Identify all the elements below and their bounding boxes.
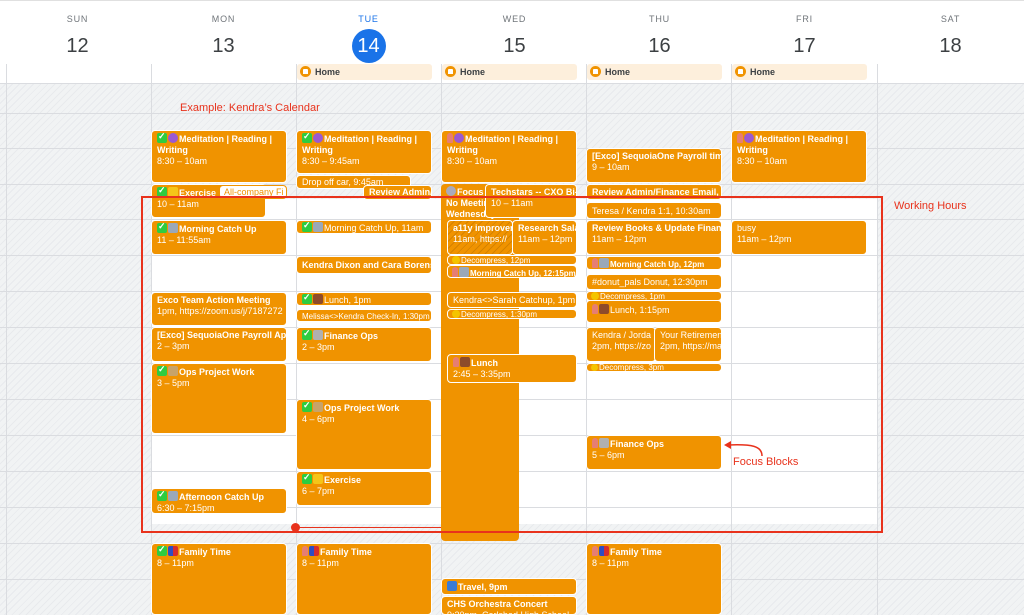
all-day-label: Home [315, 67, 341, 77]
day-header-wed[interactable]: WED 15 [442, 0, 587, 63]
day-of-week: SUN [66, 14, 89, 24]
checkmark-icon [302, 131, 312, 143]
bus-icon [447, 581, 457, 591]
hour-line [0, 113, 1024, 114]
event-title: [Exco] SequoiaOne Payroll times [592, 151, 722, 161]
meditation-icon [313, 133, 323, 143]
day-of-week: THU [649, 14, 670, 24]
checkmark-icon [157, 131, 167, 143]
day-header-sun[interactable]: SUN 12 [5, 0, 150, 63]
day-number[interactable]: 13 [207, 29, 241, 63]
event-time: 9 – 10am [592, 162, 630, 172]
event-time: 8 – 11pm [592, 558, 629, 568]
family-icon [168, 546, 178, 556]
all-day-event-home[interactable]: Home [442, 64, 577, 80]
event-title: Family Time [610, 547, 662, 557]
pushpin-icon [302, 546, 308, 556]
day-header-thu[interactable]: THU 16 [587, 0, 732, 63]
pushpin-icon [447, 133, 453, 143]
all-day-event-home[interactable]: Home [297, 64, 432, 80]
meditation-icon [168, 133, 178, 143]
meditation-icon [454, 133, 464, 143]
day-number[interactable]: 15 [498, 29, 532, 63]
day-number-today[interactable]: 14 [351, 29, 386, 63]
all-day-label: Home [605, 67, 631, 77]
event-time: 8:30 – 9:45am [302, 156, 360, 166]
event-time: 9:30pm, Carlsbad High School [447, 610, 570, 615]
event-time: 8:30 – 10am [737, 156, 788, 166]
all-day-event-home[interactable]: Home [587, 64, 722, 80]
home-icon [300, 66, 311, 77]
event-meditation[interactable]: Meditation | Reading | Writing 8:30 – 10… [731, 130, 867, 183]
family-icon [309, 546, 319, 556]
day-number[interactable]: 16 [643, 29, 677, 63]
day-header-sat[interactable]: SAT 18 [878, 0, 1023, 63]
event-title: Family Time [320, 547, 372, 557]
day-header-fri[interactable]: FRI 17 [732, 0, 877, 63]
checkmark-icon [157, 544, 167, 556]
column-divider [6, 64, 7, 615]
annotation-calendar-label: Example: Kendra’s Calendar [180, 102, 320, 114]
pushpin-icon [592, 546, 598, 556]
event-family-time[interactable]: Family Time 8 – 11pm [296, 543, 432, 615]
event-time: 8 – 11pm [302, 558, 339, 568]
event-time: 8:30 – 10am [447, 156, 498, 166]
working-hours-annotation-box [141, 196, 883, 533]
event-exco-payroll[interactable]: [Exco] SequoiaOne Payroll times 9 – 10am [586, 148, 722, 183]
all-day-label: Home [460, 67, 486, 77]
day-of-week: SAT [940, 14, 961, 24]
headphones-icon [446, 186, 456, 196]
all-day-event-home[interactable]: Home [732, 64, 867, 80]
all-day-label: Home [750, 67, 776, 77]
home-icon [590, 66, 601, 77]
pushpin-icon [737, 133, 743, 143]
day-of-week: TUE [358, 14, 379, 24]
event-title: Family Time [179, 547, 231, 557]
annotation-focus-blocks: Focus Blocks [733, 456, 799, 468]
event-meditation[interactable]: Meditation | Reading | Writing 8:30 – 10… [151, 130, 287, 183]
event-title: Travel, 9pm [458, 582, 508, 592]
day-number[interactable]: 12 [61, 29, 95, 63]
event-time: 8:30 – 10am [157, 156, 208, 166]
day-of-week: MON [211, 14, 236, 24]
event-title: CHS Orchestra Concert [447, 599, 548, 609]
day-number[interactable]: 18 [934, 29, 968, 63]
family-icon [599, 546, 609, 556]
day-of-week: WED [502, 14, 527, 24]
day-header-tue[interactable]: TUE 14 [296, 0, 441, 63]
event-family-time[interactable]: Family Time 8 – 11pm [151, 543, 287, 615]
meditation-icon [744, 133, 754, 143]
annotation-working-hours: Working Hours [894, 200, 967, 212]
day-header-mon[interactable]: MON 13 [151, 0, 296, 63]
event-time: 8 – 11pm [157, 558, 194, 568]
home-icon [445, 66, 456, 77]
event-family-time[interactable]: Family Time 8 – 11pm [586, 543, 722, 615]
home-icon [735, 66, 746, 77]
day-of-week: FRI [796, 14, 813, 24]
day-number[interactable]: 17 [788, 29, 822, 63]
event-meditation[interactable]: Meditation | Reading | Writing 8:30 – 10… [441, 130, 577, 183]
hour-line [0, 83, 1024, 84]
event-chs-orchestra-concert[interactable]: CHS Orchestra Concert 9:30pm, Carlsbad H… [441, 596, 577, 615]
event-meditation[interactable]: Meditation | Reading | Writing 8:30 – 9:… [296, 130, 432, 174]
event-travel[interactable]: Travel, 9pm [441, 578, 577, 595]
